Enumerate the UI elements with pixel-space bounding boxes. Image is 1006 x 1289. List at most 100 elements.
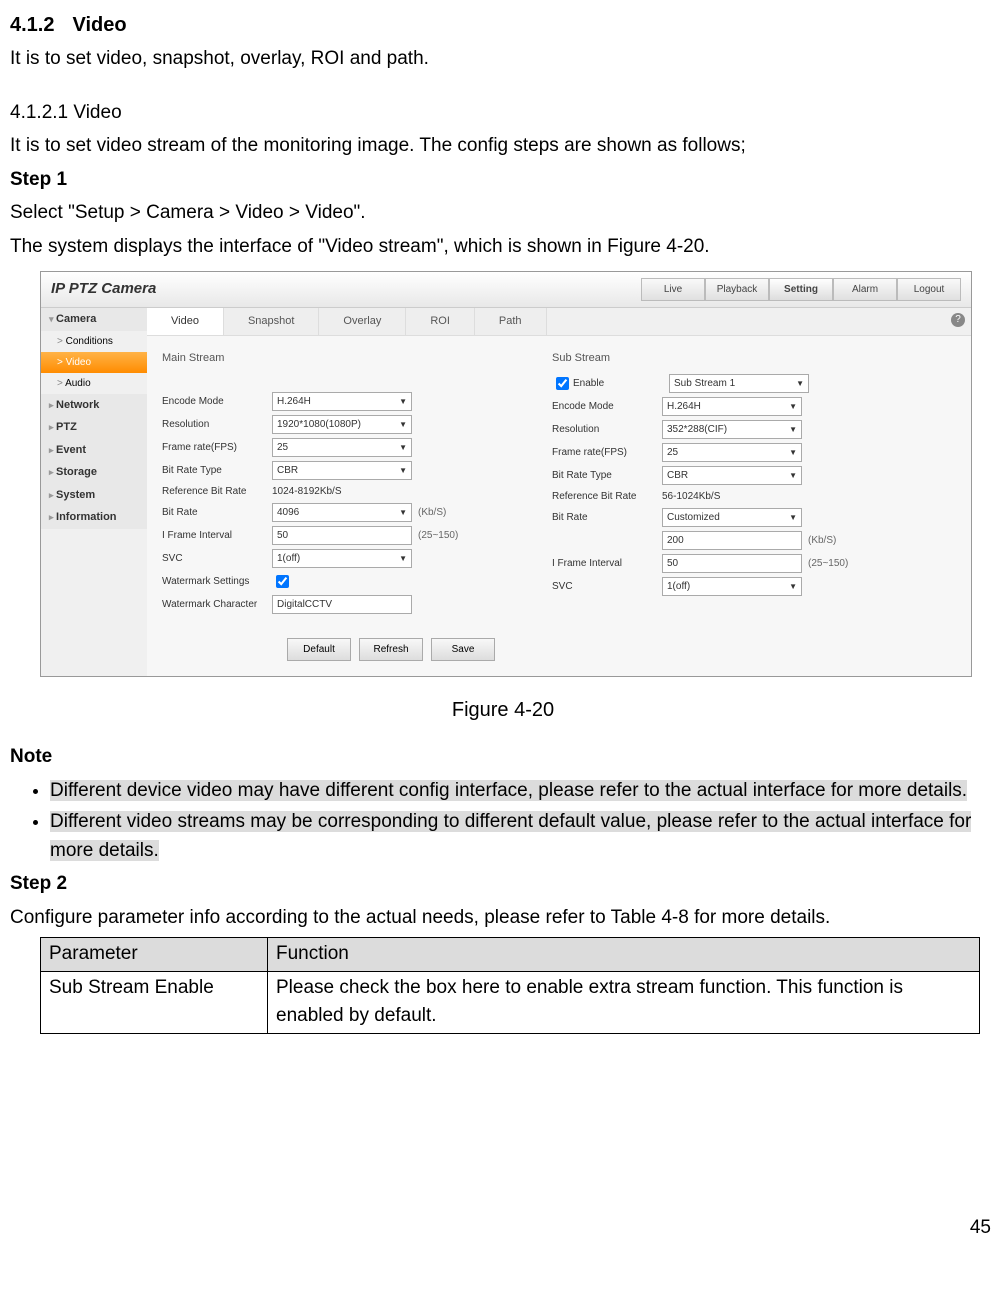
label-sub-iframe: I Frame Interval [552, 556, 662, 571]
select-svc[interactable]: 1(off)▼ [272, 549, 412, 568]
select-sub-resolution[interactable]: 352*288(CIF)▼ [662, 420, 802, 439]
app-header: IP PTZ Camera Live Playback Setting Alar… [41, 272, 971, 308]
sidebar-system[interactable]: System [41, 484, 147, 507]
subtab-video[interactable]: Video [147, 308, 224, 335]
hint-bitrate: (Kb/S) [418, 505, 446, 520]
note-item: Different video streams may be correspon… [50, 808, 996, 865]
chevron-down-icon: ▼ [789, 401, 797, 413]
nav-setting[interactable]: Setting [769, 278, 833, 301]
label-ref: Reference Bit Rate [162, 484, 272, 499]
table-header-row: Parameter Function [41, 938, 980, 972]
select-fps[interactable]: 25▼ [272, 438, 412, 457]
section-number: 4.1.2 [10, 14, 54, 36]
sidebar-information[interactable]: Information [41, 506, 147, 529]
help-icon[interactable]: ? [951, 313, 965, 327]
sidebar-conditions[interactable]: Conditions [41, 331, 147, 352]
sub-stream-column: Sub Stream EnableSub Stream 1▼ Encode Mo… [552, 346, 892, 619]
label-wm-char: Watermark Character [162, 597, 272, 612]
chevron-down-icon: ▼ [789, 424, 797, 436]
subtab-overlay[interactable]: Overlay [319, 308, 406, 335]
subtab-snapshot[interactable]: Snapshot [224, 308, 319, 335]
input-sub-iframe[interactable]: 50 [662, 554, 802, 573]
figure-screenshot: IP PTZ Camera Live Playback Setting Alar… [40, 271, 972, 677]
sidebar-storage[interactable]: Storage [41, 461, 147, 484]
hint-sub-bitrate: (Kb/S) [808, 533, 836, 548]
select-encode-mode[interactable]: H.264H▼ [272, 392, 412, 411]
select-sub-bitrate[interactable]: Customized▼ [662, 508, 802, 527]
chevron-down-icon: ▼ [399, 553, 407, 565]
sub-stream-title: Sub Stream [552, 346, 892, 375]
th-function: Function [268, 938, 980, 972]
sidebar-network[interactable]: Network [41, 394, 147, 417]
select-sub-brt[interactable]: CBR▼ [662, 466, 802, 485]
select-substream[interactable]: Sub Stream 1▼ [669, 374, 809, 393]
select-sub-fps[interactable]: 25▼ [662, 443, 802, 462]
label-sub-encode: Encode Mode [552, 399, 662, 414]
label-brt: Bit Rate Type [162, 463, 272, 478]
chevron-down-icon: ▼ [399, 442, 407, 454]
sidebar-video[interactable]: Video [41, 352, 147, 373]
label-bitrate: Bit Rate [162, 505, 272, 520]
nav-playback[interactable]: Playback [705, 278, 769, 301]
step2-label: Step 2 [10, 870, 996, 899]
parameter-table: Parameter Function Sub Stream Enable Ple… [40, 937, 980, 1034]
save-button[interactable]: Save [431, 638, 495, 661]
label-encode-mode: Encode Mode [162, 394, 272, 409]
select-resolution[interactable]: 1920*1080(1080P)▼ [272, 415, 412, 434]
figure-caption: Figure 4-20 [10, 695, 996, 725]
note-item: Different device video may have differen… [50, 777, 996, 806]
subtab-path[interactable]: Path [475, 308, 547, 335]
refresh-button[interactable]: Refresh [359, 638, 423, 661]
brand-title: IP PTZ Camera [51, 278, 156, 301]
label-sub-bitrate: Bit Rate [552, 510, 662, 525]
chevron-down-icon: ▼ [796, 378, 804, 390]
action-buttons: Default Refresh Save [287, 638, 971, 661]
chevron-down-icon: ▼ [789, 447, 797, 459]
page-number: 45 [10, 1214, 996, 1243]
label-resolution: Resolution [162, 417, 272, 432]
step1-label: Step 1 [10, 166, 996, 195]
default-button[interactable]: Default [287, 638, 351, 661]
sidebar-camera[interactable]: Camera [41, 308, 147, 331]
step2-text: Configure parameter info according to th… [10, 904, 996, 933]
hint-sub-iframe: (25~150) [808, 556, 848, 571]
select-sub-encode[interactable]: H.264H▼ [662, 397, 802, 416]
chevron-down-icon: ▼ [399, 396, 407, 408]
sidebar-audio[interactable]: Audio [41, 373, 147, 394]
select-brt[interactable]: CBR▼ [272, 461, 412, 480]
section-title: Video [72, 14, 126, 36]
select-sub-svc[interactable]: 1(off)▼ [662, 577, 802, 596]
chevron-down-icon: ▼ [789, 512, 797, 524]
subtab-roi[interactable]: ROI [406, 308, 475, 335]
chevron-down-icon: ▼ [399, 465, 407, 477]
sidebar-ptz[interactable]: PTZ [41, 416, 147, 439]
hint-iframe: (25~150) [418, 528, 458, 543]
label-sub-ref: Reference Bit Rate [552, 489, 662, 504]
label-sub-resolution: Resolution [552, 422, 662, 437]
nav-logout[interactable]: Logout [897, 278, 961, 301]
select-bitrate[interactable]: 4096▼ [272, 503, 412, 522]
chevron-down-icon: ▼ [789, 581, 797, 593]
step1-text: Select "Setup > Camera > Video > Video". [10, 199, 996, 228]
input-sub-bitrate[interactable]: 200 [662, 531, 802, 550]
chevron-down-icon: ▼ [789, 470, 797, 482]
th-parameter: Parameter [41, 938, 268, 972]
label-sub-brt: Bit Rate Type [552, 468, 662, 483]
label-watermark: Watermark Settings [162, 574, 272, 589]
input-iframe[interactable]: 50 [272, 526, 412, 545]
nav-alarm[interactable]: Alarm [833, 278, 897, 301]
section-heading: 4.1.2 Video [10, 10, 996, 40]
checkbox-enable-substream[interactable] [556, 377, 569, 390]
main-stream-title: Main Stream [162, 346, 502, 375]
value-ref: 1024-8192Kb/S [272, 484, 342, 499]
subsection-heading: 4.1.2.1 Video [10, 99, 996, 128]
input-wm-char[interactable]: DigitalCCTV [272, 595, 412, 614]
checkbox-watermark[interactable] [276, 575, 289, 588]
td-func: Please check the box here to enable extr… [268, 971, 980, 1033]
sidebar-event[interactable]: Event [41, 439, 147, 462]
subsection-intro: It is to set video stream of the monitor… [10, 132, 996, 161]
nav-live[interactable]: Live [641, 278, 705, 301]
chevron-down-icon: ▼ [399, 507, 407, 519]
label-sub-fps: Frame rate(FPS) [552, 445, 662, 460]
label-iframe: I Frame Interval [162, 528, 272, 543]
